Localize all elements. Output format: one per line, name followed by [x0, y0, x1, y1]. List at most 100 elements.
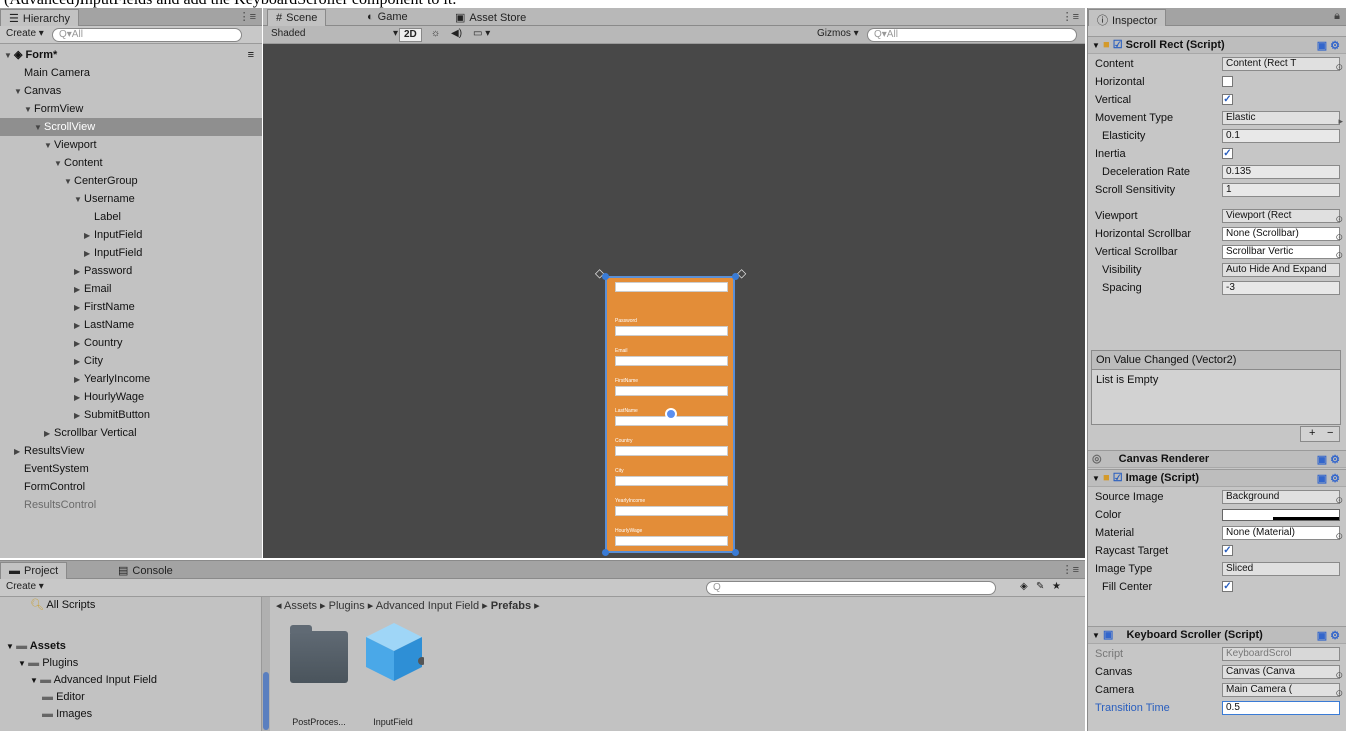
breadcrumb-current[interactable]: Prefabs	[491, 600, 531, 612]
vertical-checkbox[interactable]: ✓	[1222, 94, 1233, 105]
horizontal-checkbox[interactable]	[1222, 76, 1233, 87]
expanded-arrow-icon[interactable]: ▼	[4, 47, 14, 65]
expanded-arrow-icon[interactable]: ▼	[34, 119, 44, 137]
collapsed-arrow-icon[interactable]: ▶	[74, 353, 84, 371]
rect-handle-top-right[interactable]	[732, 273, 739, 280]
color-swatch[interactable]	[1222, 509, 1340, 521]
hierarchy-item[interactable]: ▶ HourlyWage	[0, 388, 262, 406]
transition-time-input[interactable]: 0.5	[1222, 701, 1340, 715]
hierarchy-item[interactable]: ▶ YearlyIncome	[0, 370, 262, 388]
hierarchy-item[interactable]: Main Camera	[0, 64, 262, 82]
hierarchy-item[interactable]: ▼ Content	[0, 154, 262, 172]
foldout-arrow-icon[interactable]: ▼	[1092, 41, 1100, 50]
collapsed-arrow-icon[interactable]: ▶	[74, 281, 84, 299]
hierarchy-search-input[interactable]: Q▾All	[52, 28, 242, 42]
hierarchy-item[interactable]: ▶ City	[0, 352, 262, 370]
viewport-value[interactable]: Viewport (Rect	[1222, 209, 1340, 223]
visibility-dropdown[interactable]: Auto Hide And Expand	[1222, 263, 1340, 277]
tab-asset-store[interactable]: ▣ Asset Store	[447, 9, 534, 26]
add-event-button[interactable]: +	[1309, 427, 1315, 439]
material-value[interactable]: None (Material)	[1222, 526, 1340, 540]
collapsed-arrow-icon[interactable]: ▶	[14, 443, 24, 461]
hierarchy-item[interactable]: ▼ Canvas	[0, 82, 262, 100]
scroll-rect-header[interactable]: ▼ ■ ☑ Scroll Rect (Script) ▣ ⚙	[1088, 36, 1346, 54]
form-input-field[interactable]	[615, 326, 728, 336]
deceleration-input[interactable]: 0.135	[1222, 165, 1340, 179]
component-settings-gear-icon[interactable]: ▣ ⚙	[1317, 38, 1340, 54]
hierarchy-item[interactable]: ▶ InputField	[0, 226, 262, 244]
collapsed-arrow-icon[interactable]: ▶	[84, 245, 94, 263]
hierarchy-item[interactable]: EventSystem	[0, 460, 262, 478]
expanded-arrow-icon[interactable]: ▼	[30, 676, 40, 685]
breadcrumb-item[interactable]: Plugins	[329, 600, 365, 612]
filter-type-icon[interactable]: ◈	[1016, 581, 1032, 595]
hierarchy-item[interactable]: ▼ ScrollView	[0, 118, 262, 136]
form-input-field[interactable]	[615, 356, 728, 366]
tab-project[interactable]: ▬ Project	[0, 562, 68, 579]
hierarchy-item[interactable]: ▶ Password	[0, 262, 262, 280]
form-input-field[interactable]	[615, 476, 728, 486]
tab-inspector[interactable]: ⓘ Inspector	[1088, 9, 1167, 27]
expanded-arrow-icon[interactable]: ▼	[64, 173, 74, 191]
hierarchy-item[interactable]: ▼ CenterGroup	[0, 172, 262, 190]
shading-mode-dropdown[interactable]: Shaded	[267, 28, 309, 42]
rect-handle-top-left[interactable]	[602, 273, 609, 280]
vertical-scrollbar-value[interactable]: Scrollbar Vertic	[1222, 245, 1340, 259]
prefab-cube-icon[interactable]	[364, 621, 424, 683]
filter-label-icon[interactable]: ✎	[1032, 581, 1048, 595]
form-input-field[interactable]	[615, 446, 728, 456]
inertia-checkbox[interactable]: ✓	[1222, 148, 1233, 159]
pivot-handle[interactable]	[665, 408, 677, 420]
expanded-arrow-icon[interactable]: ▼	[6, 642, 16, 651]
expanded-arrow-icon[interactable]: ▼	[14, 83, 24, 101]
project-tree-item[interactable]: 🔍︎ All Scripts	[0, 597, 261, 614]
foldout-arrow-icon[interactable]: ▼	[1092, 631, 1100, 640]
project-search-input[interactable]: Q	[706, 581, 996, 595]
create-button[interactable]: Create ▾	[2, 28, 48, 42]
hierarchy-item[interactable]: ▶ SubmitButton	[0, 406, 262, 424]
component-enabled-checkbox[interactable]: ☑	[1113, 39, 1123, 51]
hierarchy-item[interactable]: ResultsControl	[0, 496, 262, 514]
project-tree-item[interactable]: ▼ ▬ Assets	[0, 638, 261, 655]
hierarchy-item[interactable]: ▶ FirstName	[0, 298, 262, 316]
hierarchy-item[interactable]: ▶ ResultsView	[0, 442, 262, 460]
scene-search-input[interactable]: Q▾All	[867, 28, 1077, 42]
hierarchy-item[interactable]: ▼ Username	[0, 190, 262, 208]
hierarchy-item[interactable]: ▶ Scrollbar Vertical	[0, 424, 262, 442]
image-type-dropdown[interactable]: Sliced	[1222, 562, 1340, 576]
foldout-arrow-icon[interactable]: ▼	[1092, 474, 1100, 483]
expanded-arrow-icon[interactable]: ▼	[74, 191, 84, 209]
hierarchy-item[interactable]: ▶ Country	[0, 334, 262, 352]
collapsed-arrow-icon[interactable]: ▶	[74, 263, 84, 281]
project-tree-item[interactable]: ▬ Images	[0, 706, 261, 723]
form-input-field[interactable]	[615, 506, 728, 516]
hierarchy-item[interactable]: ▶ InputField	[0, 244, 262, 262]
panel-menu-icon[interactable]: ⋮≡	[1062, 563, 1079, 576]
movement-type-dropdown[interactable]: Elastic	[1222, 111, 1340, 125]
collapsed-arrow-icon[interactable]: ▶	[74, 299, 84, 317]
rect-handle-bottom-left[interactable]	[602, 549, 609, 556]
spacing-input[interactable]: -3	[1222, 281, 1340, 295]
collapsed-arrow-icon[interactable]: ▶	[74, 407, 84, 425]
canvas-renderer-header[interactable]: ◎ Canvas Renderer ▣ ⚙	[1088, 450, 1346, 468]
tab-game[interactable]: ◐ Game	[359, 9, 416, 26]
scrollbar-thumb[interactable]	[263, 672, 269, 730]
rect-handle-bottom-right[interactable]	[732, 549, 739, 556]
tab-console[interactable]: ▤ Console	[110, 562, 181, 579]
component-settings-gear-icon[interactable]: ▣ ⚙	[1317, 452, 1340, 468]
create-button[interactable]: Create ▾	[2, 581, 48, 595]
project-tree-item[interactable]: ▬ Editor	[0, 689, 261, 706]
effects-image-icon[interactable]: ▭ ▾	[469, 28, 494, 42]
tab-hierarchy[interactable]: ☰ Hierarchy	[0, 9, 79, 26]
fill-center-checkbox[interactable]: ✓	[1222, 581, 1233, 592]
component-settings-gear-icon[interactable]: ▣ ⚙	[1317, 628, 1340, 644]
2d-toggle-button[interactable]: 2D	[399, 28, 422, 42]
panel-menu-icon[interactable]: ⋮≡	[239, 10, 256, 23]
form-input-field[interactable]	[615, 536, 728, 546]
gizmos-dropdown[interactable]: Gizmos ▾	[813, 28, 863, 42]
project-tree-item[interactable]: ▼ ▬ Advanced Input Field	[0, 672, 261, 689]
lighting-sun-icon[interactable]: ☼	[427, 28, 444, 42]
collapsed-arrow-icon[interactable]: ▶	[74, 317, 84, 335]
hierarchy-item[interactable]: ▼ FormView	[0, 100, 262, 118]
component-settings-gear-icon[interactable]: ▣ ⚙	[1317, 471, 1340, 487]
